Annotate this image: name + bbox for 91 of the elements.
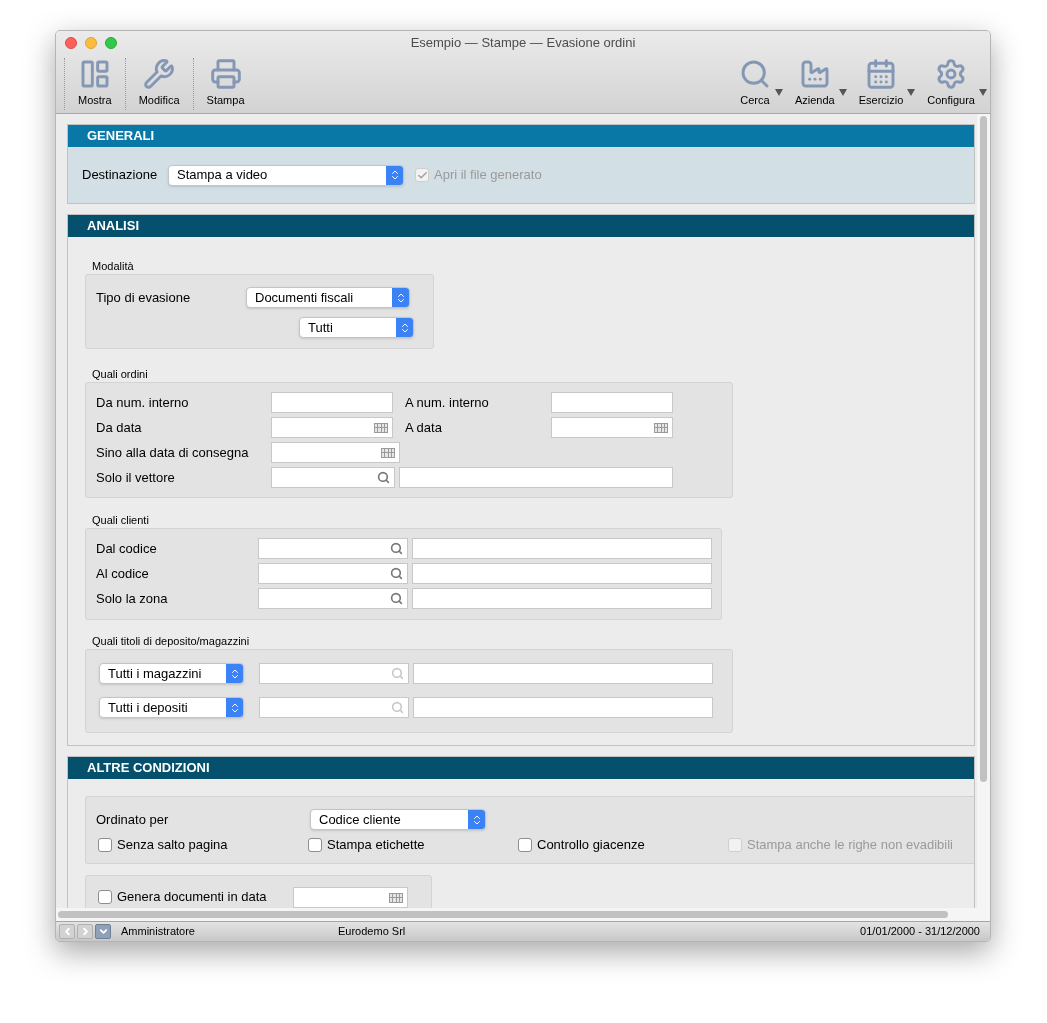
input-field[interactable] — [293, 887, 408, 908]
input-field[interactable] — [412, 538, 712, 559]
input-field[interactable] — [258, 538, 408, 559]
stepper-icon — [468, 810, 485, 829]
checkbox-label: Genera documenti in data — [117, 888, 267, 906]
dropdown[interactable]: Tutti — [299, 317, 414, 338]
checkbox-label: Stampa anche le righe non evadibili — [747, 836, 953, 854]
dropdown[interactable]: Documenti fiscali — [246, 287, 410, 308]
field-label: Tipo di evasione — [96, 288, 192, 307]
status-period: 01/01/2000 - 31/12/2000 — [860, 924, 980, 940]
field-label: Solo la zona — [96, 589, 169, 608]
calendar-icon — [654, 422, 668, 433]
input-field[interactable] — [271, 442, 400, 463]
input-field[interactable] — [258, 563, 408, 584]
status-user: Amministratore — [121, 924, 196, 940]
input-field[interactable] — [412, 563, 712, 584]
dropdown-triangle-icon — [907, 89, 916, 96]
dropdown[interactable]: Codice cliente — [310, 809, 486, 830]
search-icon — [377, 471, 390, 484]
checkbox[interactable] — [308, 837, 322, 852]
checkbox[interactable] — [98, 837, 112, 852]
field-label: Da data — [96, 418, 143, 437]
down-icon[interactable] — [95, 924, 111, 939]
field-label: Sino alla data di consegna — [96, 443, 250, 462]
dropdown-triangle-icon — [979, 89, 987, 96]
dropdown-triangle-icon — [838, 89, 847, 96]
input-field[interactable] — [271, 467, 395, 488]
search-icon — [390, 542, 403, 555]
vertical-scrollbar[interactable] — [977, 114, 990, 908]
stepper-icon — [226, 664, 243, 683]
toolbar-button[interactable]: Modifica — [125, 57, 193, 110]
toolbar-button[interactable]: Cerca — [730, 57, 783, 108]
checkbox[interactable] — [98, 889, 112, 904]
toolbar-button[interactable]: Azienda — [786, 57, 847, 108]
calendar-icon — [374, 422, 388, 433]
field-label: A data — [405, 418, 443, 437]
input-field[interactable] — [551, 392, 673, 413]
search-icon — [391, 667, 404, 680]
status-company: Eurodemo Srl — [338, 924, 406, 940]
input-field[interactable] — [551, 417, 673, 438]
input-field[interactable] — [271, 392, 393, 413]
search-icon — [390, 592, 403, 605]
toolbar-button[interactable]: Configura — [919, 57, 987, 108]
field-label: Solo il vettore — [96, 468, 176, 487]
field-label: Dal codice — [96, 539, 158, 558]
search-icon — [390, 567, 403, 580]
back-icon[interactable] — [59, 924, 75, 939]
field-label: Al codice — [96, 564, 150, 583]
window-title: Esempio — Stampe — Evasione ordini — [410, 34, 636, 52]
section-header: GENERALI — [68, 125, 974, 147]
stepper-icon — [226, 698, 243, 717]
section-header: ANALISI — [68, 215, 974, 237]
dropdown[interactable]: Stampa a video — [168, 164, 404, 186]
input-field[interactable] — [412, 588, 712, 609]
stepper-icon — [386, 165, 403, 185]
stepper-icon — [392, 288, 409, 307]
checkbox[interactable] — [518, 837, 532, 852]
zoom-icon[interactable] — [105, 36, 117, 49]
search-icon — [391, 701, 404, 714]
forward-icon[interactable] — [77, 924, 93, 939]
group-caption: Quali clienti — [91, 513, 150, 528]
calendar-icon — [389, 892, 403, 903]
input-field[interactable] — [413, 663, 713, 684]
field-label: Ordinato per — [96, 810, 170, 829]
group-caption: Quali ordini — [91, 367, 149, 382]
checkbox-label: Apri il file generato — [434, 166, 542, 185]
input-field[interactable] — [413, 697, 713, 718]
close-icon[interactable] — [65, 36, 77, 49]
group-caption: Quali titoli di deposito/magazzini — [91, 634, 251, 649]
section-header: ALTRE CONDIZIONI — [68, 757, 974, 779]
wrench-icon — [143, 57, 176, 90]
field-label: Da num. interno — [96, 393, 190, 412]
input-field[interactable] — [258, 588, 408, 609]
printer-icon — [209, 57, 242, 90]
field-label: A num. interno — [405, 393, 490, 412]
input-field[interactable] — [271, 417, 393, 438]
toolbar-button[interactable]: Esercizio — [850, 57, 916, 108]
stepper-icon — [396, 318, 413, 337]
checkbox-label: Controllo giacenze — [537, 836, 645, 854]
toolbar-button[interactable]: Mostra — [65, 57, 125, 110]
input-field[interactable] — [399, 467, 673, 488]
checkbox-label: Senza salto pagina — [117, 836, 228, 854]
horizontal-scrollbar[interactable] — [56, 908, 990, 921]
group-caption: Modalità — [91, 259, 135, 274]
toolbar-button[interactable]: Stampa — [193, 57, 258, 110]
calendar-icon — [381, 447, 395, 458]
checkbox-label: Stampa etichette — [327, 836, 425, 854]
dropdown-triangle-icon — [774, 89, 783, 96]
minimize-icon[interactable] — [85, 36, 97, 49]
calendar-icon — [865, 57, 897, 90]
field-label: Destinazione — [82, 166, 159, 185]
